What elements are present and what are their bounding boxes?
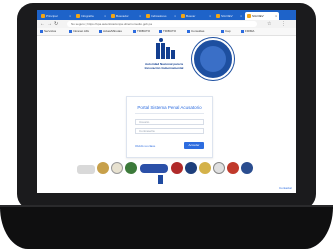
star-icon[interactable]: ☆ <box>267 21 271 27</box>
tab-favicon-icon <box>111 14 115 18</box>
tab-favicon-icon <box>76 14 80 18</box>
close-icon[interactable]: × <box>104 12 106 20</box>
forgot-password-link[interactable]: Olvidó su clave <box>135 144 155 148</box>
partner-logo <box>111 162 123 174</box>
bookmark-icon <box>133 29 136 33</box>
tab-label: Buscador <box>116 14 129 18</box>
partner-logo <box>171 162 183 174</box>
login-button[interactable]: Acceder <box>184 142 204 149</box>
tab-label: SIA DEV <box>221 14 233 18</box>
tab-favicon-icon <box>146 14 150 18</box>
browser-tab[interactable]: Indicadores × <box>144 12 178 20</box>
browser-tab[interactable]: SIA DEV × <box>214 12 244 20</box>
partner-logo <box>125 162 137 174</box>
aig-logo: Autoridad Nacional para la Innovación Gu… <box>141 38 187 82</box>
reload-icon[interactable]: ↻ <box>54 21 58 27</box>
browser-tab[interactable]: Principal × <box>39 12 73 20</box>
laptop-mockup: Principal × Infografía × Buscador × Indicad… <box>0 0 333 249</box>
password-field[interactable]: Contraseña <box>135 128 204 134</box>
browser-window: Principal × Infografía × Buscador × Indicad… <box>37 10 296 193</box>
browser-tab[interactable]: Buscador × <box>109 12 143 20</box>
tab-favicon-icon <box>216 14 220 18</box>
partner-logos <box>77 162 257 178</box>
bookmark-label: TRIBUTO <box>163 29 177 33</box>
partner-logo <box>213 162 225 174</box>
bookmark-item[interactable]: TRIBUTO <box>133 29 150 34</box>
menu-icon[interactable]: ⋮ <box>281 21 286 27</box>
tab-favicon-icon <box>41 14 45 18</box>
bookmark-label: TRIBUTO <box>137 29 151 33</box>
bookmark-item[interactable]: Actas/Minutas <box>99 29 122 34</box>
bookmark-icon <box>69 29 72 33</box>
seal-logo <box>192 38 234 80</box>
bookmark-label: Actas/Minutas <box>103 29 122 33</box>
partner-logo <box>185 162 197 174</box>
bookmark-item[interactable]: FIRMA <box>241 29 254 34</box>
tab-favicon-icon <box>181 14 185 18</box>
bookmark-icon <box>40 29 43 33</box>
close-icon[interactable]: × <box>275 12 277 20</box>
bookmark-label: Consultas <box>191 29 205 33</box>
back-icon[interactable]: ← <box>40 21 45 27</box>
partner-logo <box>241 162 253 174</box>
bookmarks-bar: Servicios Intranet AIG Actas/Minutas TRI… <box>37 28 296 36</box>
username-field[interactable]: Usuario <box>135 119 204 125</box>
bookmark-label: Cap <box>225 29 231 33</box>
bookmark-label: Intranet AIG <box>73 29 90 33</box>
close-icon[interactable]: × <box>209 12 211 20</box>
bookmark-icon <box>221 29 224 33</box>
partner-logo <box>97 162 109 174</box>
partner-logo <box>227 162 239 174</box>
partner-logo <box>140 164 168 173</box>
footer-link[interactable]: Contactar <box>279 186 292 190</box>
bookmark-item[interactable]: Cap <box>221 29 231 34</box>
bookmark-icon <box>159 29 162 33</box>
browser-tab-active[interactable]: SIA DEV × <box>245 12 279 20</box>
partner-banner-logo <box>158 175 163 184</box>
browser-tab[interactable]: Buscar × <box>179 12 213 20</box>
tab-favicon-icon <box>247 14 251 18</box>
close-icon[interactable]: × <box>139 12 141 20</box>
browser-tab[interactable]: Infografía × <box>74 12 108 20</box>
tab-label: Indicadores <box>151 14 167 18</box>
bookmark-item[interactable]: Consultas <box>187 29 204 34</box>
close-icon[interactable]: × <box>69 12 71 20</box>
forward-icon[interactable]: → <box>47 21 52 27</box>
address-bar-row: ← → ↻ No seguro | https://spa.autenticac… <box>37 20 296 28</box>
tab-label: Buscar <box>186 14 196 18</box>
bookmark-icon <box>241 29 244 33</box>
login-title: Portal Sistema Penal Acusatorio <box>137 105 202 110</box>
bookmark-item[interactable]: TRIBUTO <box>159 29 176 34</box>
tab-label: Principal <box>46 14 58 18</box>
url-field[interactable]: No seguro | https://spa.autenticacionpa.… <box>67 21 257 27</box>
laptop-base <box>0 207 333 249</box>
tab-label: SIA DEV <box>252 14 264 18</box>
tab-bar: Principal × Infografía × Buscador × Indicad… <box>37 10 296 20</box>
close-icon[interactable]: × <box>174 12 176 20</box>
bookmark-icon <box>187 29 190 33</box>
seal-emblem-icon <box>200 46 226 72</box>
bookmark-item[interactable]: Intranet AIG <box>69 29 89 34</box>
bookmark-item[interactable]: Servicios <box>40 29 56 34</box>
bookmark-label: FIRMA <box>245 29 255 33</box>
close-icon[interactable]: × <box>240 12 242 20</box>
partner-logo <box>77 165 95 174</box>
divider <box>135 113 204 114</box>
tab-label: Infografía <box>81 14 94 18</box>
bookmark-icon <box>99 29 102 33</box>
aig-logo-text: Autoridad Nacional para la Innovación Gu… <box>144 62 184 70</box>
bookmark-label: Servicios <box>44 29 57 33</box>
login-card: Portal Sistema Penal Acusatorio Usuario … <box>126 96 213 158</box>
partner-logo <box>199 162 211 174</box>
